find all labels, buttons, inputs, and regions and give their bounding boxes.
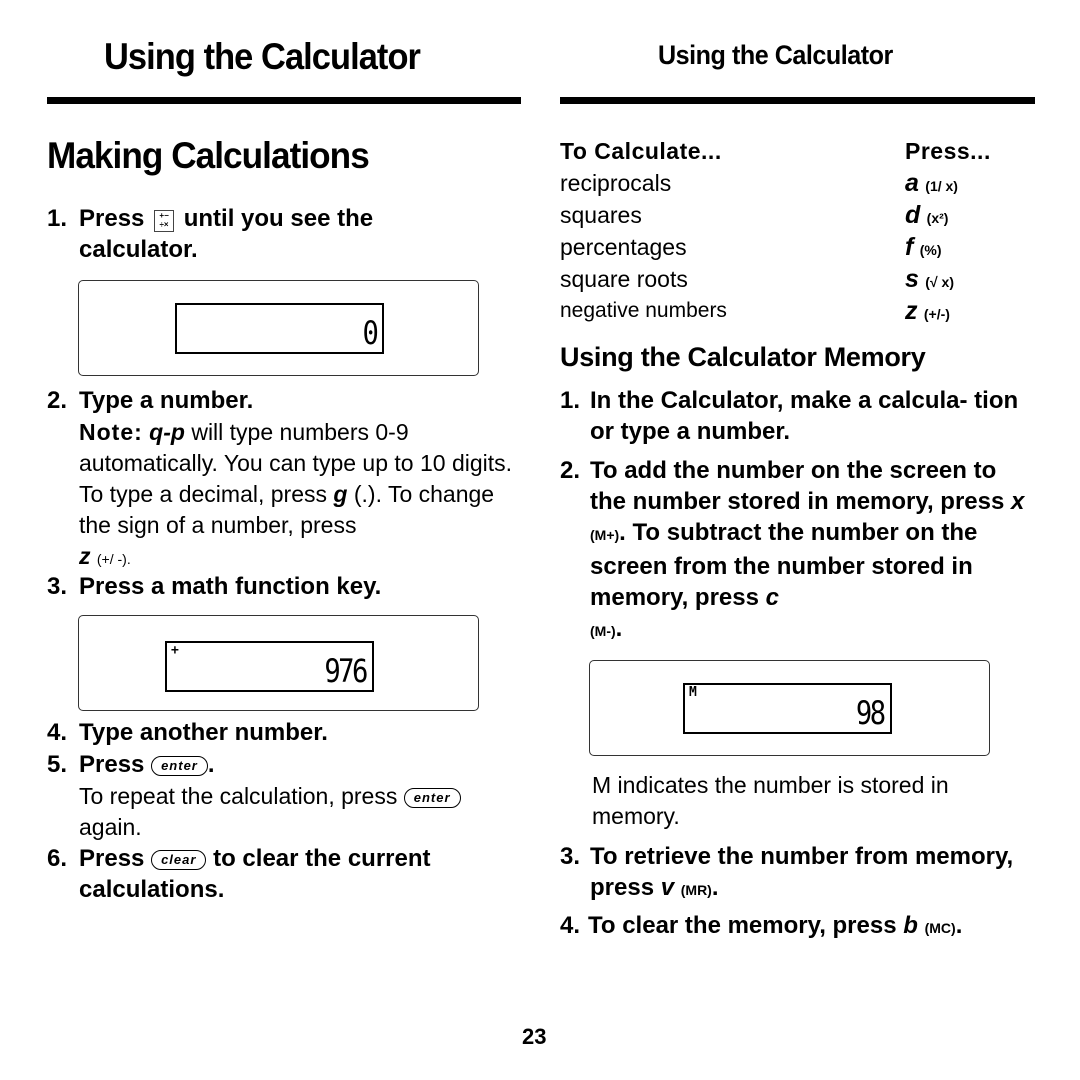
step-punct: .: [711, 874, 719, 901]
table-row: percentages f (%): [560, 231, 1020, 263]
memory-section-title: Using the Calculator Memory: [560, 342, 926, 372]
row-item: square roots: [560, 266, 688, 292]
row-key: z (+/-): [905, 297, 950, 325]
lcd-screen: + 976: [165, 641, 374, 692]
mr-paren: (MR): [680, 882, 712, 898]
m-plus-key: x: [1011, 488, 1025, 515]
step-3: 3. Press a math function key.: [47, 571, 381, 602]
step-text: Press: [79, 845, 145, 872]
row-key: a (1/ x): [905, 169, 958, 197]
enter-key: enter: [151, 756, 208, 776]
step-number: 6.: [47, 845, 68, 872]
calculator-display-frame: 0: [78, 280, 479, 376]
calculator-display-frame: + 976: [78, 615, 479, 711]
step-text: Press: [79, 751, 145, 778]
memory-indicator: M: [689, 685, 697, 700]
step-text: Press a math function key.: [79, 573, 382, 600]
note-label: Note:: [79, 419, 143, 445]
row-key: s (√ x): [905, 265, 954, 293]
table-row: reciprocals a (1/ x): [560, 167, 1020, 199]
step-number: 4.: [560, 912, 581, 939]
row-item: reciprocals: [560, 170, 672, 196]
row-item: negative numbers: [560, 299, 727, 322]
row-key: f (%): [905, 233, 942, 261]
calculator-key-icon: +− ÷×: [154, 210, 175, 232]
step-text: Type another number.: [79, 719, 328, 746]
step-text: To clear the memory, press: [588, 912, 897, 939]
step-number: 2.: [560, 457, 581, 484]
lcd-value: 0: [362, 314, 378, 352]
page-header-right: Using the Calculator: [658, 40, 893, 70]
step-text: To retrieve the number from memory, pres…: [590, 843, 1014, 901]
sign-key: z: [79, 543, 91, 569]
table-row: squares d (x²): [560, 199, 1020, 231]
step-text: . To subtract the number on the screen f…: [590, 519, 978, 611]
table-row: negative numbers z (+/-): [560, 295, 1020, 327]
step-punct: .: [207, 751, 215, 778]
memory-step-2: 2. To add the number on the screen to th…: [560, 455, 1038, 647]
step-6: 6. Press clear to clear the current calc…: [47, 843, 497, 905]
lcd-value: 98: [856, 694, 886, 732]
step-4: 4. Type another number.: [47, 717, 328, 748]
memory-step-4: 4. To clear the memory, press b (MC).: [560, 910, 1030, 944]
section-title: Making Calculations: [47, 135, 370, 176]
table-header-calculate: To Calculate...: [560, 138, 722, 164]
enter-key: enter: [403, 788, 461, 808]
sign-paren: (+/ -).: [96, 551, 131, 567]
calculator-display-frame: M 98: [589, 660, 990, 756]
repeat-text: To repeat the calculation, press: [79, 783, 398, 809]
step-text: Press: [79, 205, 145, 232]
lcd-indicator: +: [171, 643, 179, 658]
note-paragraph: Note: q-p will type numbers 0-9 automati…: [79, 417, 529, 575]
step-text: In the Calculator, make a calcula- tion …: [590, 387, 1019, 445]
key-range: q-p: [149, 419, 185, 445]
mr-key: v: [660, 874, 675, 901]
step-number: 4.: [47, 719, 68, 746]
step-punct: .: [615, 615, 623, 642]
step-text: To add the number on the screen to the n…: [590, 457, 1005, 515]
step-number: 2.: [47, 387, 68, 414]
repeat-text: again.: [79, 814, 142, 840]
header-rule-left: [47, 97, 521, 104]
row-item: squares: [560, 202, 642, 228]
memory-step-1: 1. In the Calculator, make a calcula- ti…: [560, 385, 1030, 447]
decimal-key: g: [333, 481, 348, 507]
page-header-left: Using the Calculator: [104, 36, 421, 77]
m-plus-paren: (M+): [590, 527, 620, 543]
step-number: 3.: [47, 573, 68, 600]
header-rule-right: [560, 97, 1035, 104]
memory-step-3: 3. To retrieve the number from memory, p…: [560, 841, 1030, 906]
m-minus-key: c: [765, 584, 780, 611]
row-key: d (x²): [905, 201, 949, 229]
table-header-press: Press...: [905, 138, 991, 164]
lcd-screen: M 98: [683, 683, 892, 734]
lcd-screen: 0: [175, 303, 384, 354]
step-number: 3.: [560, 843, 581, 870]
step-1: 1. Press +− ÷× until you see the calcula…: [47, 203, 487, 265]
step-number: 5.: [47, 751, 68, 778]
mc-key: b: [903, 912, 918, 939]
step-5: 5. Press enter.: [47, 749, 215, 780]
table-row: square roots s (√ x): [560, 263, 1020, 295]
memory-indicator-note: M indicates the number is stored in memo…: [592, 772, 949, 829]
clear-key: clear: [151, 850, 207, 870]
row-item: percentages: [560, 234, 687, 260]
repeat-note: To repeat the calculation, press enter a…: [79, 781, 529, 843]
step-punct: .: [955, 912, 963, 939]
function-table: reciprocals a (1/ x) squares d (x²) perc…: [560, 167, 1020, 327]
step-2: 2. Type a number.: [47, 385, 253, 416]
page-number: 23: [522, 1024, 547, 1049]
decimal-paren: (.).: [353, 481, 382, 507]
step-text: Type a number.: [79, 387, 254, 414]
step-number: 1.: [47, 205, 68, 232]
step-number: 1.: [560, 387, 581, 414]
m-minus-paren: (M-): [590, 623, 616, 639]
mc-paren: (MC): [924, 920, 956, 936]
lcd-value: 976: [324, 652, 369, 690]
